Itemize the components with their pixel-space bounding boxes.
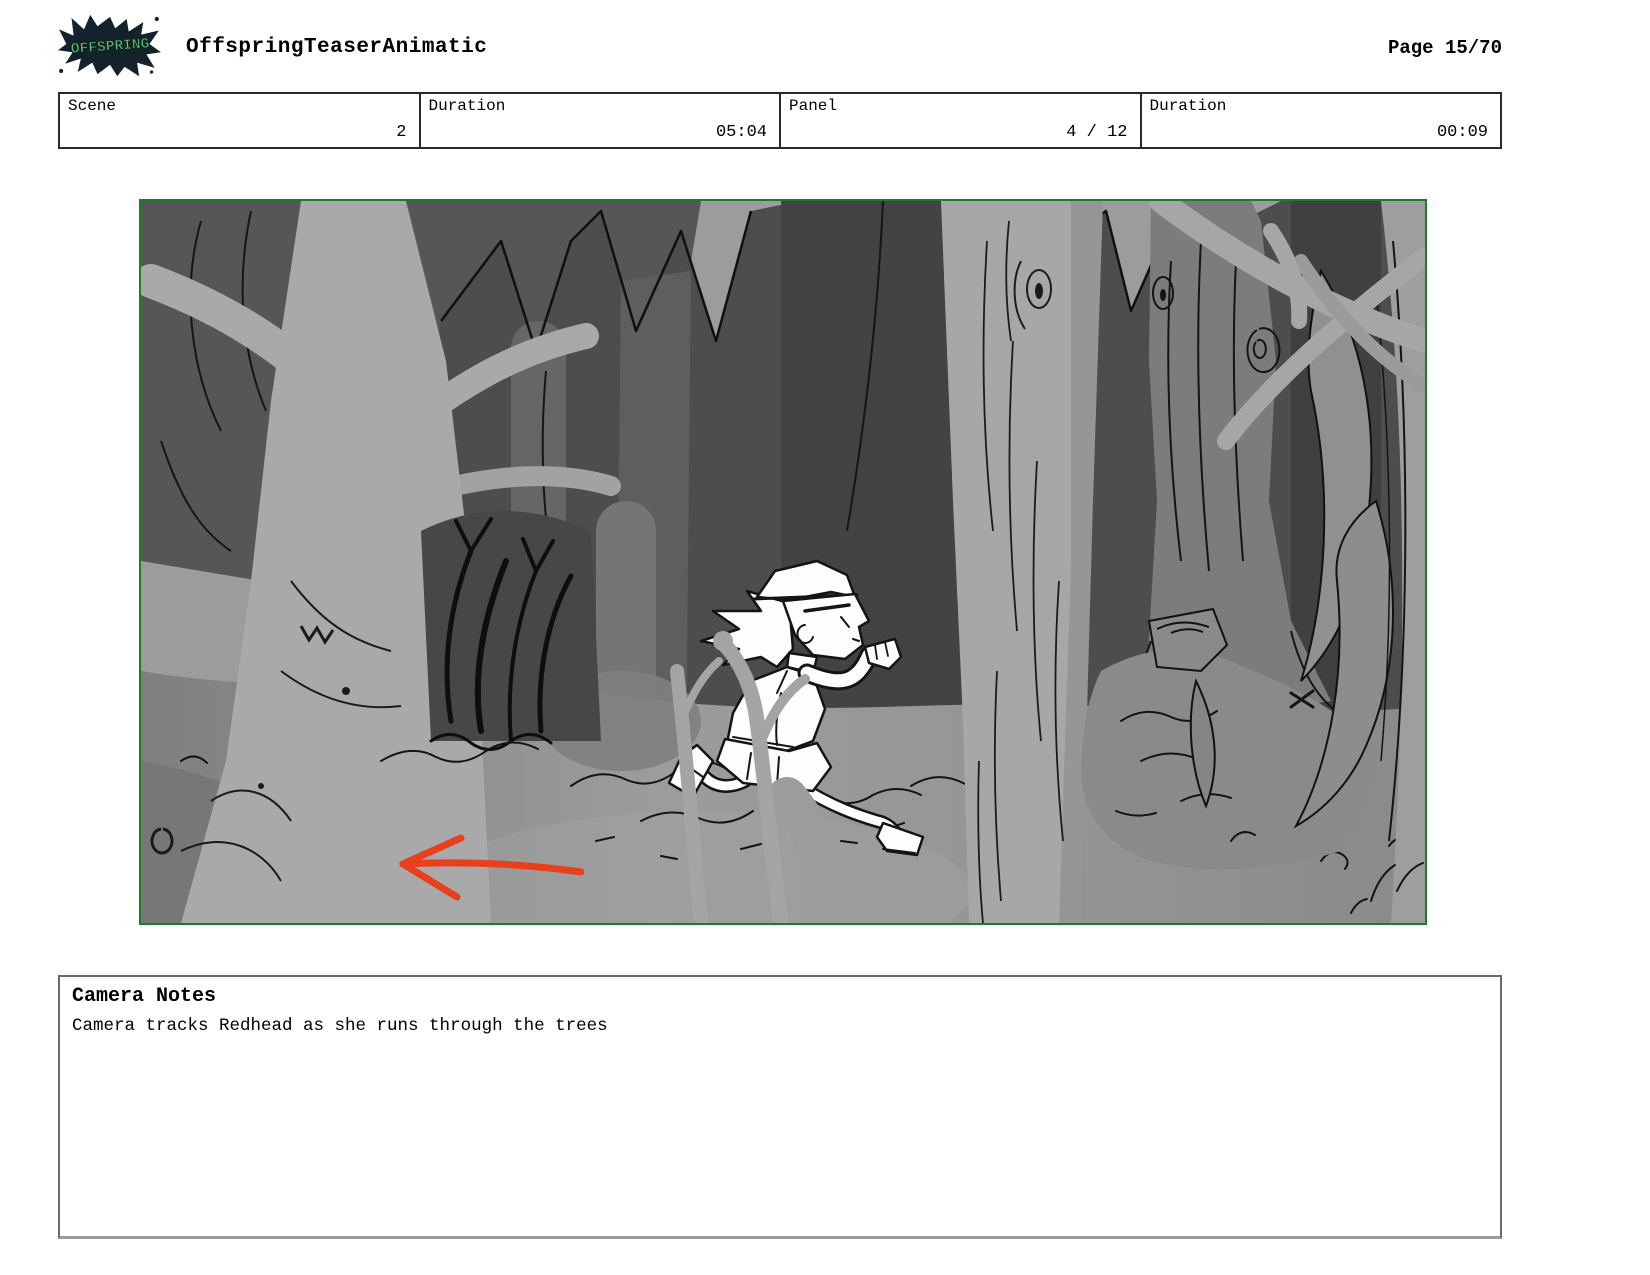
scene-label: Scene — [68, 97, 117, 115]
scene-duration-label: Duration — [428, 97, 506, 115]
document-title: OffspringTeaserAnimatic — [186, 36, 488, 59]
logo-splatter-icon: OFFSPRING — [58, 14, 161, 77]
panel-cell: Panel 4 / 12 — [781, 94, 1142, 147]
scene-duration-cell: Duration 05:04 — [421, 94, 781, 147]
shot-info-table: Scene 2 Duration 05:04 Panel 4 / 12 Dura… — [58, 92, 1502, 149]
page-number: Page 15/70 — [1387, 37, 1502, 59]
offspring-logo: OFFSPRING — [58, 12, 162, 78]
panel-duration-label: Duration — [1149, 97, 1227, 115]
scene-duration-value: 05:04 — [715, 123, 767, 142]
camera-notes-text: Camera tracks Redhead as she runs throug… — [72, 1016, 608, 1036]
bramble-thicket — [421, 511, 601, 751]
scene-cell: Scene 2 — [60, 94, 421, 147]
panel-label: Panel — [789, 97, 838, 115]
scene-value: 2 — [396, 123, 407, 142]
panel-duration-value: 00:09 — [1436, 123, 1488, 142]
camera-notes-box: Camera Notes Camera tracks Redhead as sh… — [58, 975, 1502, 1239]
camera-notes-title: Camera Notes — [72, 985, 217, 1008]
storyboard-panel-image — [139, 199, 1427, 925]
panel-duration-cell: Duration 00:09 — [1142, 94, 1501, 147]
panel-value: 4 / 12 — [1066, 123, 1128, 142]
